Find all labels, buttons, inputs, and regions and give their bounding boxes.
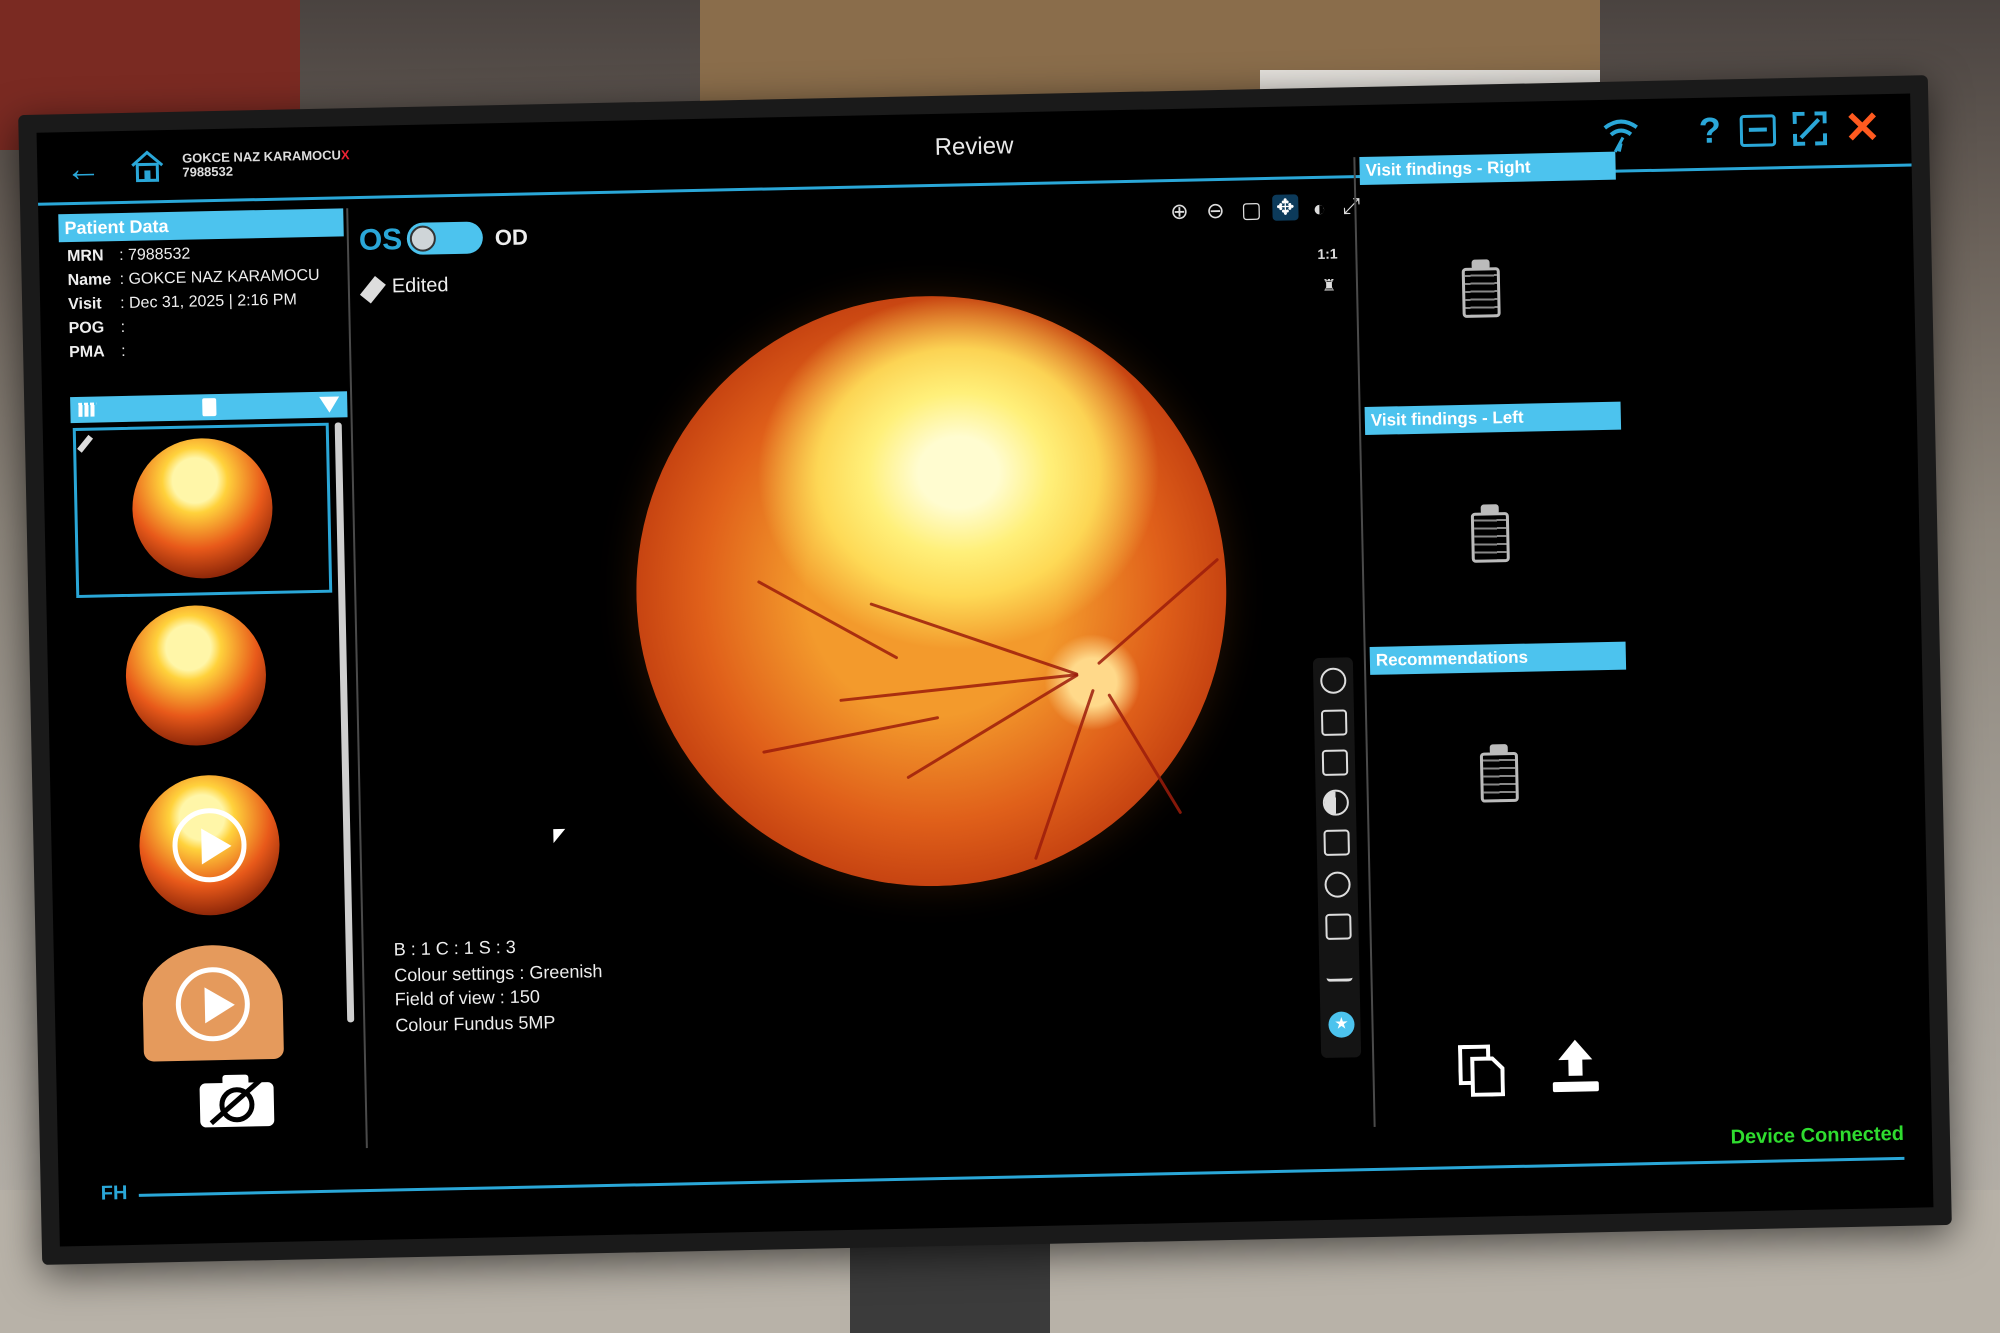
thumbnail-image bbox=[124, 604, 268, 747]
capture-mode: Colour Fundus 5MP bbox=[395, 1012, 556, 1036]
download-icon[interactable] bbox=[1326, 955, 1353, 982]
help-icon[interactable]: ? bbox=[1698, 109, 1721, 151]
minimize-icon[interactable] bbox=[1739, 114, 1777, 148]
clipboard-icon[interactable] bbox=[1458, 259, 1505, 320]
vessel bbox=[1033, 688, 1095, 861]
thumbnail-image bbox=[130, 436, 274, 580]
thumbnail-item[interactable] bbox=[94, 603, 297, 747]
findings-panel: Visit findings - Right Visit findings - … bbox=[1353, 151, 1638, 1127]
bottom-divider bbox=[138, 1156, 1905, 1197]
grid-icon[interactable] bbox=[78, 402, 97, 417]
app-screen: ← GOKCE NAZ KARAMOCUX 7988532 Review ? ✕… bbox=[36, 93, 1934, 1247]
image-viewer: OS OD Edited ⊕ ⊖ ▢ ✥ ◐ ⤢ 1:1 ♜ ★ B: 1 C… bbox=[346, 187, 1368, 1149]
filter-icon[interactable] bbox=[319, 396, 340, 413]
annotate-icon[interactable] bbox=[1321, 749, 1349, 776]
vessel bbox=[1096, 557, 1220, 666]
pan-icon[interactable]: ✥ bbox=[1272, 194, 1299, 221]
thumbnail-selected[interactable] bbox=[72, 422, 333, 599]
fov-row: Field of view : 150 bbox=[395, 986, 541, 1010]
eye-toggle[interactable] bbox=[406, 221, 484, 256]
contrast-icon[interactable] bbox=[1322, 789, 1350, 816]
cursor-icon bbox=[553, 828, 566, 844]
save-icon[interactable] bbox=[1325, 913, 1352, 940]
clipboard-icon[interactable] bbox=[1467, 504, 1514, 565]
fov-label: Field of view bbox=[394, 987, 496, 1010]
colour-settings-row: Colour settings : Greenish bbox=[394, 961, 603, 986]
name-row: Name : GOKCE NAZ KARAMOCU bbox=[67, 266, 344, 290]
compare-icon[interactable]: ◐ bbox=[1306, 196, 1333, 223]
thumbnail-toolbar bbox=[70, 391, 348, 424]
thumbnail-list bbox=[71, 422, 346, 1128]
visit-label: Visit bbox=[67, 295, 102, 314]
zoom-ratio: 1:1 bbox=[1317, 245, 1338, 262]
zoom-out-icon[interactable]: ⊖ bbox=[1202, 198, 1229, 225]
colour-settings-value: : Greenish bbox=[519, 961, 603, 983]
mrn-row: MRN : 7988532 bbox=[67, 242, 344, 266]
patient-data-header: Patient Data bbox=[58, 208, 344, 243]
pma-row: PMA: bbox=[69, 338, 346, 362]
name-label: Name bbox=[67, 271, 112, 290]
visit-row: Visit : Dec 31, 2025 | 2:16 PM bbox=[68, 290, 345, 314]
vessel bbox=[1107, 693, 1183, 815]
findings-left-header: Visit findings - Left bbox=[1364, 401, 1622, 435]
fundus-image[interactable] bbox=[630, 289, 1233, 893]
magic-wand-icon[interactable] bbox=[1320, 709, 1348, 736]
pma-value: : bbox=[120, 342, 126, 361]
device-status: Device Connected bbox=[1730, 1122, 1905, 1149]
pog-row: POG: bbox=[68, 314, 345, 338]
mrn-label: MRN bbox=[66, 247, 104, 266]
toggle-knob bbox=[409, 225, 437, 252]
monitor: ← GOKCE NAZ KARAMOCUX 7988532 Review ? ✕… bbox=[18, 75, 1952, 1265]
thumbnail-video[interactable] bbox=[102, 943, 305, 1087]
upload-icon[interactable] bbox=[1550, 1037, 1601, 1094]
patient-panel: Patient Data MRN : 7988532 Name : GOKCE NA… bbox=[58, 208, 362, 1144]
vessel bbox=[756, 579, 899, 660]
split-view-icon[interactable] bbox=[1323, 829, 1350, 856]
copy-icon[interactable] bbox=[1457, 1044, 1506, 1097]
vessel bbox=[762, 716, 940, 754]
pog-label: POG bbox=[68, 319, 105, 338]
refresh-icon[interactable] bbox=[1324, 871, 1351, 898]
close-icon[interactable]: ✕ bbox=[1843, 102, 1881, 154]
fov-value: : 150 bbox=[499, 986, 541, 1008]
person-icon[interactable]: ♜ bbox=[1316, 273, 1343, 300]
brand-mark: FH bbox=[100, 1182, 128, 1205]
maximize-icon[interactable] bbox=[1792, 111, 1828, 146]
vessel bbox=[869, 602, 1079, 676]
thumbnail-video[interactable] bbox=[98, 773, 301, 917]
trash-icon[interactable] bbox=[202, 398, 217, 417]
edit-marker-icon bbox=[77, 434, 94, 453]
colour-settings-label: Colour settings bbox=[394, 962, 515, 986]
findings-right-header: Visit findings - Right bbox=[1359, 151, 1616, 186]
bcs-info: B : 1 C : 1 S : 3 bbox=[393, 936, 516, 960]
star-icon[interactable]: ★ bbox=[1328, 1011, 1355, 1038]
edit-toolbar: ★ bbox=[1312, 657, 1362, 1059]
palette-icon[interactable] bbox=[1320, 667, 1347, 694]
recommendations-header: Recommendations bbox=[1369, 641, 1627, 675]
name-value: : GOKCE NAZ KARAMOCU bbox=[119, 266, 320, 289]
visit-value: : Dec 31, 2025 | 2:16 PM bbox=[119, 291, 297, 313]
no-camera-icon[interactable] bbox=[196, 1070, 277, 1130]
mrn-value: : 7988532 bbox=[118, 245, 191, 265]
pog-value: : bbox=[120, 318, 126, 337]
edit-status: Edited bbox=[391, 274, 449, 298]
zoom-in-icon[interactable]: ⊕ bbox=[1166, 199, 1193, 226]
top-bar: ← GOKCE NAZ KARAMOCUX 7988532 Review ? ✕ bbox=[37, 93, 1912, 206]
fit-icon[interactable]: ▢ bbox=[1238, 197, 1265, 224]
wifi-icon bbox=[1603, 119, 1638, 153]
clipboard-icon[interactable] bbox=[1476, 744, 1523, 805]
eye-left-label: OS bbox=[358, 223, 403, 258]
pencil-icon bbox=[359, 275, 386, 304]
pma-label: PMA bbox=[68, 343, 105, 362]
eye-right-label: OD bbox=[494, 224, 529, 251]
